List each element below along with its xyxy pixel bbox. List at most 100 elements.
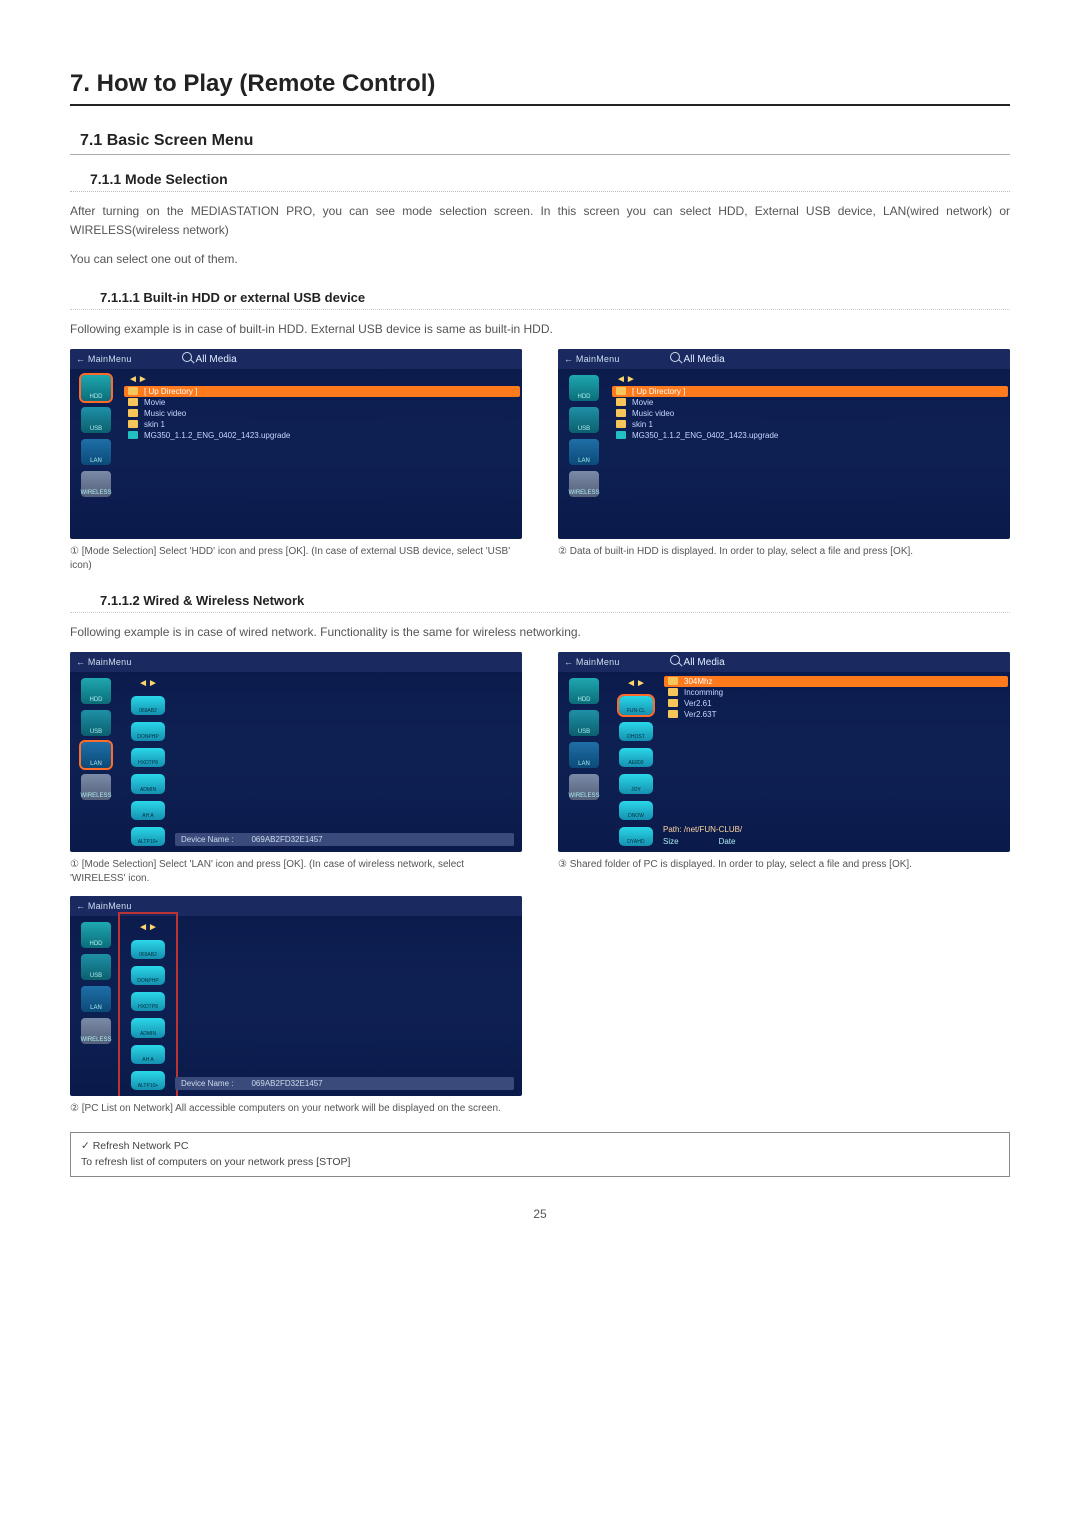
folder-icon bbox=[616, 409, 626, 417]
sidebar-icon-hdd[interactable]: HDD bbox=[81, 375, 111, 401]
page-number: 25 bbox=[70, 1207, 1010, 1221]
folder-icon bbox=[128, 420, 138, 428]
sidebar-icon-lan[interactable]: LAN bbox=[569, 742, 599, 768]
sidebar-icon-hdd[interactable]: HDD bbox=[81, 922, 111, 948]
sidebar-icon-hdd[interactable]: HDD bbox=[81, 678, 111, 704]
list-item[interactable]: Music video bbox=[616, 408, 1004, 419]
file-icon bbox=[616, 431, 626, 439]
device-name-bar: Device Name : 069AB2FD32E1457 bbox=[175, 833, 514, 846]
para-7-1-1-1: Following example is in case of built-in… bbox=[70, 320, 1010, 339]
list-item[interactable]: skin 1 bbox=[128, 419, 516, 430]
list-item[interactable]: Movie bbox=[128, 397, 516, 408]
list-item[interactable]: MG350_1.1.2_ENG_0402_1423.upgrade bbox=[616, 430, 1004, 441]
para-7-1-1-a: After turning on the MEDIASTATION PRO, y… bbox=[70, 202, 1010, 240]
sidebar-icon-usb[interactable]: USB bbox=[569, 710, 599, 736]
network-pc-icon[interactable]: DNOW bbox=[619, 801, 653, 820]
network-pc-icon[interactable]: HXDTP8 bbox=[131, 748, 165, 767]
search-icon bbox=[670, 655, 680, 665]
section-7-1: 7.1 Basic Screen Menu bbox=[70, 130, 1010, 155]
network-pc-icon[interactable]: DONPHP bbox=[131, 722, 165, 741]
list-item[interactable]: Ver2.63T bbox=[668, 709, 1004, 720]
sidebar-icon-usb[interactable]: USB bbox=[81, 954, 111, 980]
sidebar-icon-lan[interactable]: LAN bbox=[81, 986, 111, 1012]
nav-arrows-icon: ◄► bbox=[128, 374, 148, 385]
sidebar-icon-usb[interactable]: USB bbox=[81, 407, 111, 433]
section-7-1-1-1: 7.1.1.1 Built-in HDD or external USB dev… bbox=[70, 288, 1010, 310]
nav-arrows-icon: ◄► bbox=[616, 374, 636, 385]
para-7-1-1-b: You can select one out of them. bbox=[70, 250, 1010, 269]
chapter-title: 7. How to Play (Remote Control) bbox=[70, 70, 1010, 106]
device-name-value: 069AB2FD32E1457 bbox=[251, 835, 322, 844]
main-menu-label: ← MainMenu bbox=[564, 657, 620, 667]
caption-net-2: ② [PC List on Network] All accessible co… bbox=[70, 1102, 522, 1116]
screenshot-lan-mode-select: ← MainMenu HDD USB LAN WIRELESS ◄► 069AB… bbox=[70, 652, 522, 852]
list-item[interactable]: Movie bbox=[616, 397, 1004, 408]
network-pc-icon[interactable]: ADMIN bbox=[131, 774, 165, 793]
path-bar: Path: /net/FUN-CLUB/ bbox=[663, 825, 1002, 834]
list-item[interactable]: Ver2.61 bbox=[668, 698, 1004, 709]
folder-icon bbox=[668, 710, 678, 718]
folder-icon bbox=[128, 387, 138, 395]
folder-icon bbox=[668, 688, 678, 696]
nav-arrows-icon: ◄► bbox=[138, 678, 158, 689]
network-pc-icon[interactable]: 069AB2 bbox=[131, 696, 165, 715]
network-pc-icon[interactable]: JOY bbox=[619, 774, 653, 793]
caption-hdd-2: ② Data of built-in HDD is displayed. In … bbox=[558, 545, 1010, 559]
file-icon bbox=[128, 431, 138, 439]
screenshot-hdd-list: ← MainMenu All Media HDD USB LAN WIRELES… bbox=[558, 349, 1010, 539]
sidebar-icon-lan[interactable]: LAN bbox=[81, 439, 111, 465]
para-7-1-1-2: Following example is in case of wired ne… bbox=[70, 623, 1010, 642]
sidebar-icon-wireless[interactable]: WIRELESS bbox=[81, 471, 111, 497]
list-item[interactable]: 304Mhz bbox=[664, 676, 1008, 687]
sidebar-icon-wireless[interactable]: WIRELESS bbox=[81, 1018, 111, 1044]
network-pc-icon[interactable]: AH A bbox=[131, 801, 165, 820]
folder-icon bbox=[128, 398, 138, 406]
screenshot-shared-folder: ← MainMenu All Media HDD USB LAN WIRELES… bbox=[558, 652, 1010, 852]
sidebar-icon-usb[interactable]: USB bbox=[569, 407, 599, 433]
section-7-1-1: 7.1.1 Mode Selection bbox=[70, 169, 1010, 192]
caption-net-1: ① [Mode Selection] Select 'LAN' icon and… bbox=[70, 858, 522, 886]
main-menu-label: ← MainMenu bbox=[76, 657, 132, 667]
list-item[interactable]: Incomming bbox=[668, 687, 1004, 698]
main-menu-label: ← MainMenu bbox=[76, 901, 132, 911]
highlight-box bbox=[118, 912, 178, 1096]
main-menu-label: ← MainMenu bbox=[564, 354, 620, 364]
all-media-label: All Media bbox=[670, 352, 725, 365]
all-media-label: All Media bbox=[670, 655, 725, 668]
folder-icon bbox=[616, 398, 626, 406]
sidebar-icon-hdd[interactable]: HDD bbox=[569, 375, 599, 401]
list-item[interactable]: [ Up Directory ] bbox=[612, 386, 1008, 397]
sidebar-icon-lan[interactable]: LAN bbox=[81, 742, 111, 768]
search-icon bbox=[670, 352, 680, 362]
all-media-label: All Media bbox=[182, 352, 237, 365]
list-item[interactable]: skin 1 bbox=[616, 419, 1004, 430]
network-pc-icon[interactable]: DYAHO bbox=[619, 827, 653, 846]
network-pc-icon[interactable]: AE800 bbox=[619, 748, 653, 767]
folder-icon bbox=[616, 420, 626, 428]
folder-icon bbox=[616, 387, 626, 395]
note-line-2: To refresh list of computers on your net… bbox=[81, 1155, 999, 1171]
sidebar-icon-usb[interactable]: USB bbox=[81, 710, 111, 736]
sidebar-icon-wireless[interactable]: WIRELESS bbox=[569, 471, 599, 497]
sidebar-icon-lan[interactable]: LAN bbox=[569, 439, 599, 465]
list-item[interactable]: Music video bbox=[128, 408, 516, 419]
folder-icon bbox=[668, 677, 678, 685]
network-pc-icon[interactable]: FUN-CL bbox=[619, 696, 653, 715]
network-pc-icon[interactable]: ALTP10+ bbox=[131, 827, 165, 846]
search-icon bbox=[182, 352, 192, 362]
section-7-1-1-2: 7.1.1.2 Wired & Wireless Network bbox=[70, 591, 1010, 613]
nav-arrows-icon: ◄► bbox=[626, 678, 646, 689]
list-item[interactable]: MG350_1.1.2_ENG_0402_1423.upgrade bbox=[128, 430, 516, 441]
sidebar-icon-wireless[interactable]: WIRELESS bbox=[569, 774, 599, 800]
network-pc-icon[interactable]: DHOST bbox=[619, 722, 653, 741]
size-label: Size bbox=[663, 837, 679, 846]
sidebar-icon-wireless[interactable]: WIRELESS bbox=[81, 774, 111, 800]
path-value: /net/FUN-CLUB/ bbox=[684, 825, 742, 834]
caption-hdd-1: ① [Mode Selection] Select 'HDD' icon and… bbox=[70, 545, 522, 573]
folder-icon bbox=[128, 409, 138, 417]
folder-icon bbox=[668, 699, 678, 707]
note-box: Refresh Network PC To refresh list of co… bbox=[70, 1132, 1010, 1178]
device-name-label: Device Name : bbox=[181, 1079, 233, 1088]
sidebar-icon-hdd[interactable]: HDD bbox=[569, 678, 599, 704]
list-item[interactable]: [ Up Directory ] bbox=[124, 386, 520, 397]
